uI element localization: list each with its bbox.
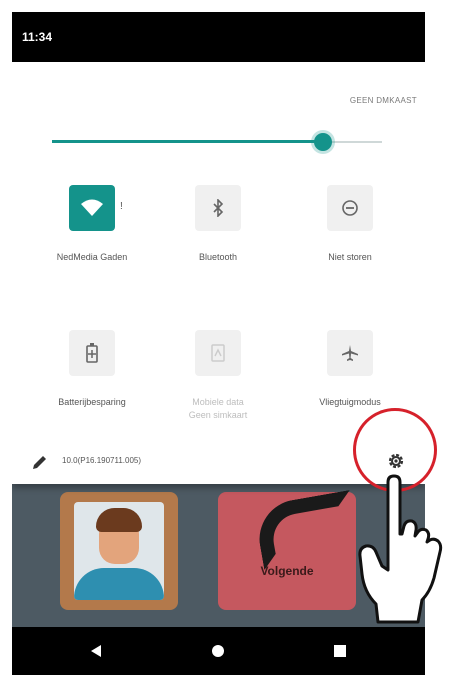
build-number: 10.0(P16.190711.005) xyxy=(62,456,142,465)
tile-airplane-mode[interactable]: Vliegtuigmodus xyxy=(290,330,410,420)
tile-label: Vliegtuigmodus xyxy=(319,397,381,407)
home-icon[interactable] xyxy=(206,639,230,663)
wifi-badge: ! xyxy=(120,201,123,212)
tile-label: Mobiele data Geen simkaart xyxy=(188,397,248,420)
next-label: Volgende xyxy=(260,564,314,578)
share-label[interactable]: GEEN DMKAAST xyxy=(350,96,417,105)
recents-icon[interactable] xyxy=(328,639,352,663)
brightness-slider[interactable] xyxy=(52,132,382,152)
tile-do-not-disturb[interactable]: Niet storen xyxy=(290,185,410,275)
tile-mobile-data[interactable]: Mobiele data Geen simkaart xyxy=(158,330,278,420)
person-photo xyxy=(74,502,164,600)
tile-label: Niet storen xyxy=(328,252,372,262)
nav-bar xyxy=(12,627,425,675)
next-card[interactable]: Volgende xyxy=(218,489,361,610)
tile-label: NedMedia Gaden xyxy=(56,252,128,262)
tile-label: Bluetooth xyxy=(198,252,238,262)
pointing-hand-icon xyxy=(358,474,443,624)
wifi-icon xyxy=(69,185,115,231)
person-card[interactable] xyxy=(60,492,178,610)
status-time: 11:34 xyxy=(22,30,53,44)
next-arrow-icon xyxy=(253,489,361,571)
brightness-thumb[interactable] xyxy=(313,133,332,151)
tile-wifi[interactable]: ! NedMedia Gaden xyxy=(32,185,152,275)
battery-saver-icon xyxy=(69,330,115,376)
back-icon[interactable] xyxy=(84,639,108,663)
mobile-data-icon xyxy=(195,330,241,376)
pencil-icon[interactable] xyxy=(30,452,50,472)
airplane-icon xyxy=(327,330,373,376)
tile-bluetooth[interactable]: Bluetooth xyxy=(158,185,278,275)
tile-battery-saver[interactable]: Batterijbesparing xyxy=(32,330,152,420)
tile-label: Batterijbesparing xyxy=(58,397,126,407)
do-not-disturb-icon xyxy=(327,185,373,231)
status-bar: 11:34 xyxy=(12,12,425,62)
bluetooth-icon xyxy=(195,185,241,231)
